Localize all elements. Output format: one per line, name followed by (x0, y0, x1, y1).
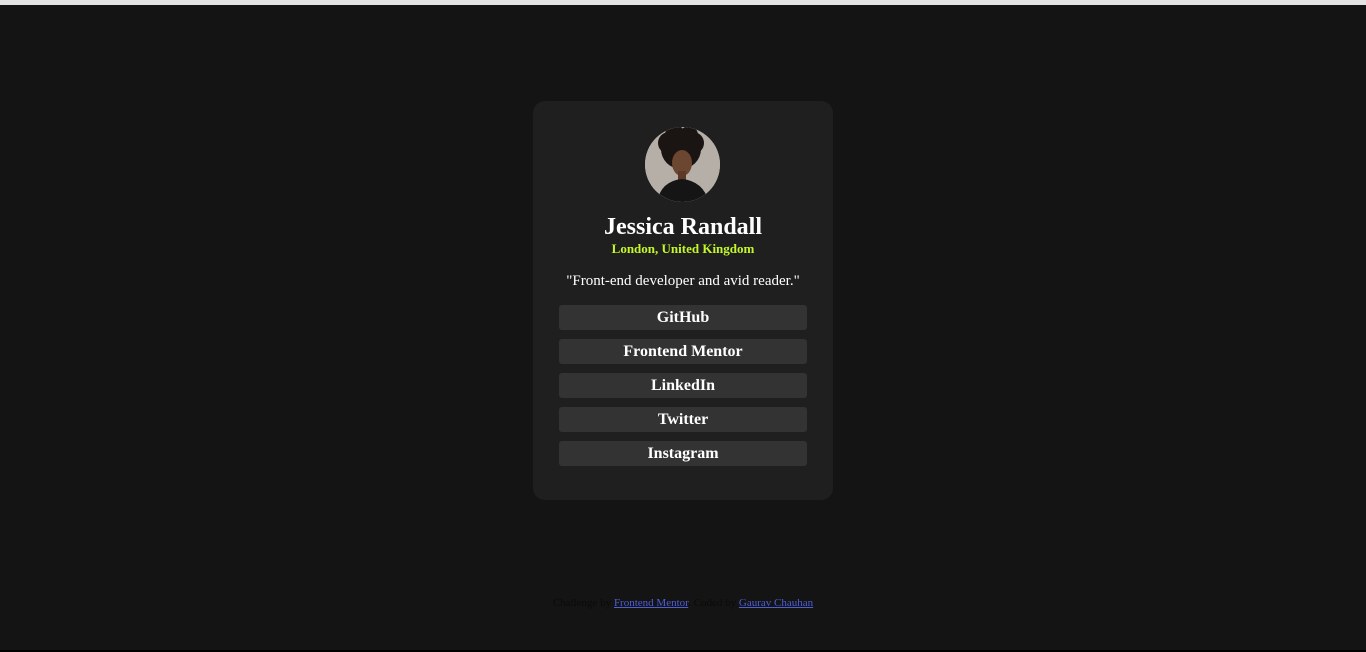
avatar-portrait-image (645, 127, 720, 202)
coded-prefix-text: . Coded by (688, 597, 737, 609)
browser-top-edge (0, 0, 1366, 5)
linkedin-link-button[interactable]: LinkedIn (559, 373, 807, 398)
author-link[interactable]: Gaurav Chauhan (739, 597, 813, 609)
challenge-prefix-text: Challenge by (552, 597, 612, 609)
challenge-link[interactable]: Frontend Mentor (614, 597, 688, 609)
frontend-mentor-link-button[interactable]: Frontend Mentor (559, 339, 807, 364)
social-links-list: GitHub Frontend Mentor LinkedIn Twitter … (559, 305, 807, 475)
profile-location: London, United Kingdom (611, 241, 755, 256)
profile-name: Jessica Randall (603, 214, 762, 240)
github-link-button[interactable]: GitHub (559, 305, 807, 330)
profile-card: Jessica Randall London, United Kingdom "… (533, 101, 833, 500)
twitter-link-button[interactable]: Twitter (559, 407, 807, 432)
avatar (645, 127, 720, 202)
instagram-link-button[interactable]: Instagram (559, 441, 807, 466)
profile-bio: "Front-end developer and avid reader." (566, 273, 800, 289)
attribution-footer: Challenge by Frontend Mentor. Coded by G… (0, 596, 1366, 610)
